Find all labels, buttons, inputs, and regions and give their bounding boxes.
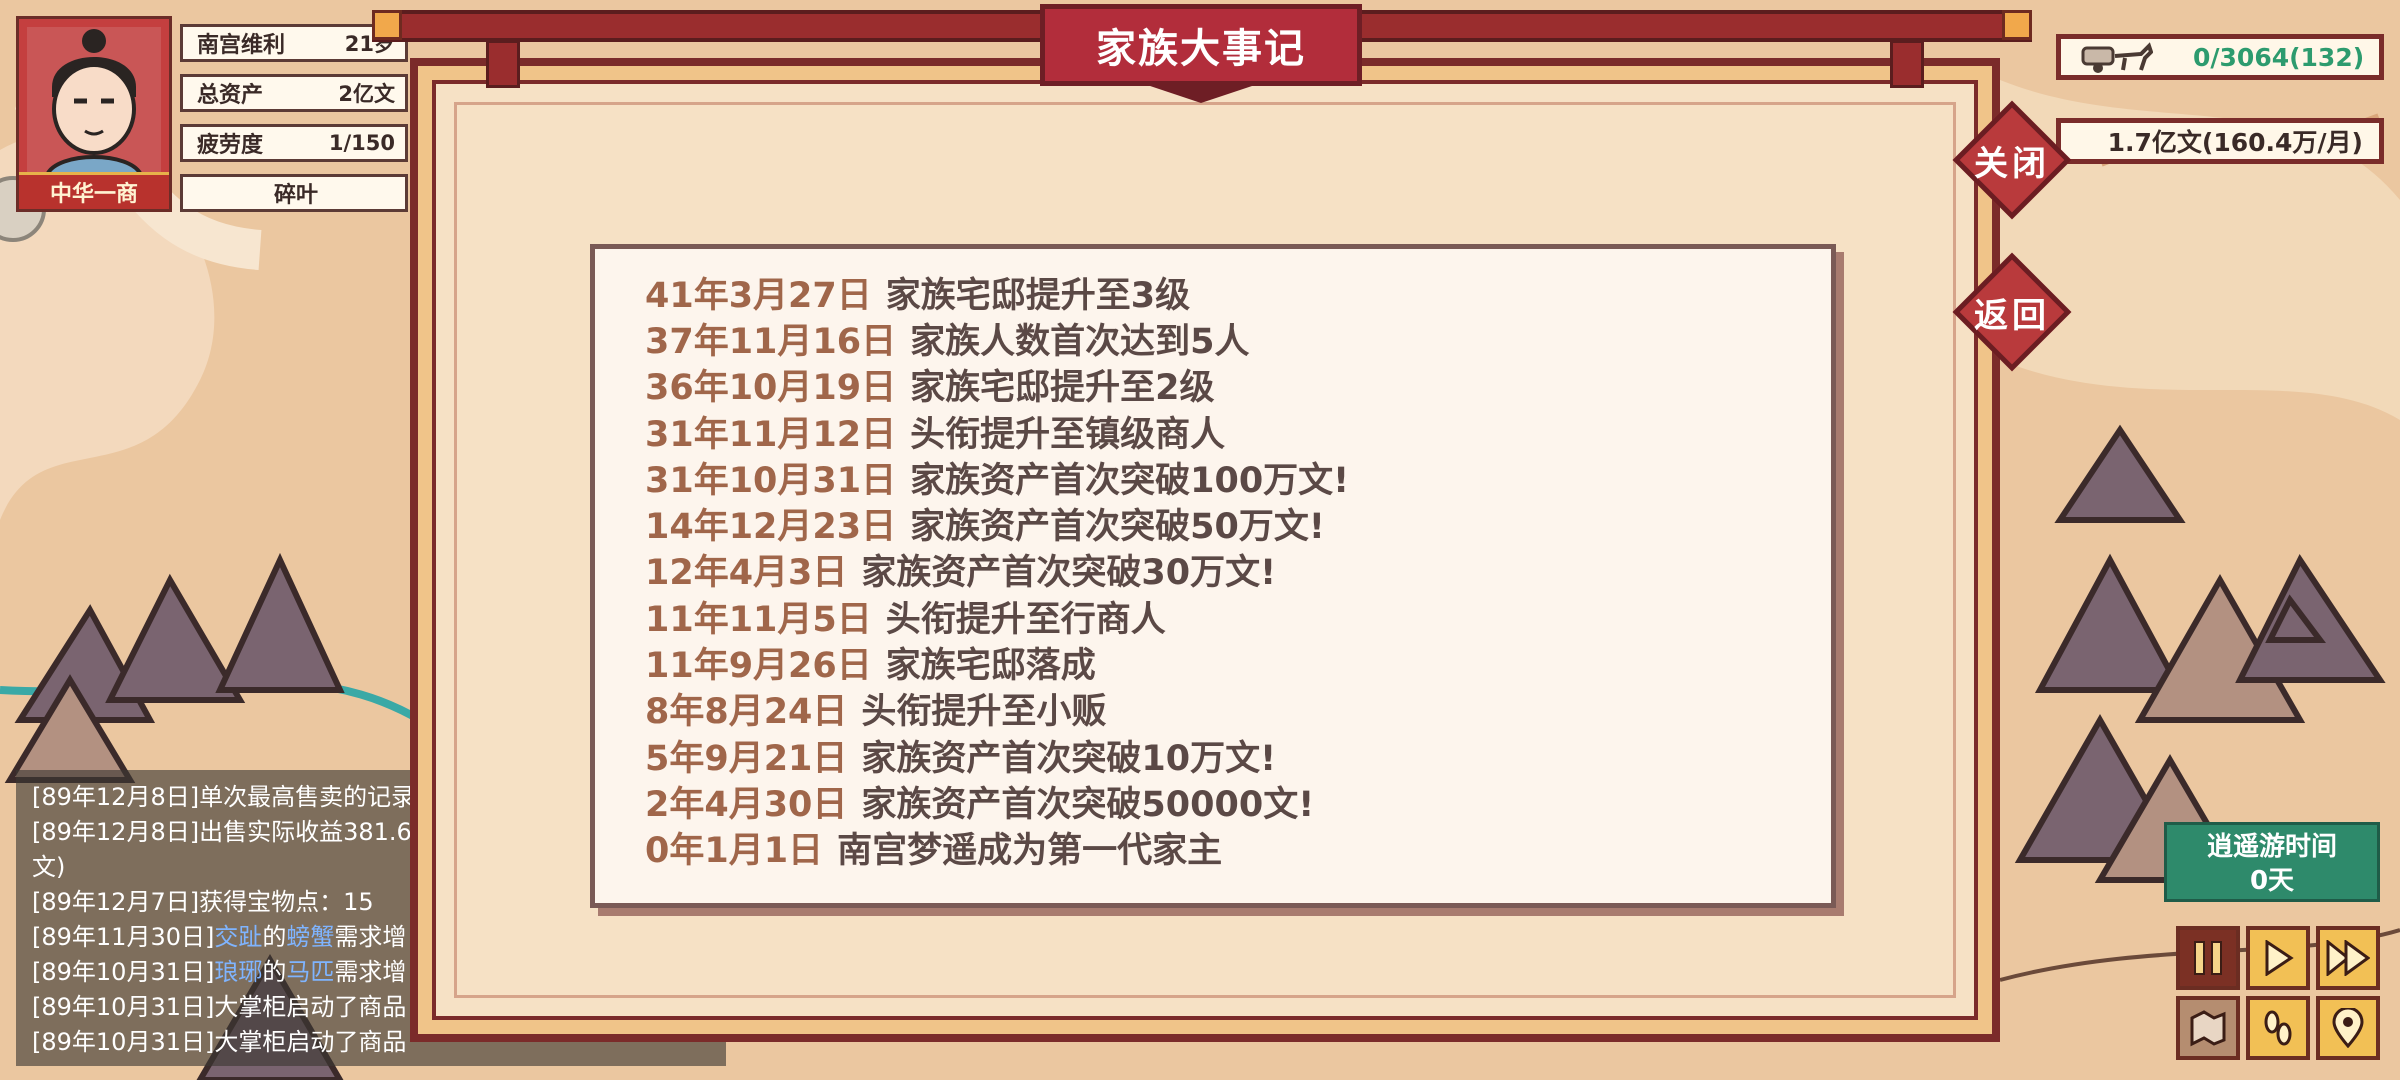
merchant-avatar-icon	[27, 27, 161, 175]
event-text: 南宫梦遥成为第一代家主	[837, 831, 1223, 872]
fatigue-box: 疲劳度 1/150	[180, 124, 408, 162]
event-text: 家族宅邸提升至2级	[910, 368, 1215, 409]
chronicle-event-row: 37年11月16日 家族人数首次达到5人	[645, 315, 1349, 362]
event-date: 5年9月21日	[645, 738, 848, 779]
log-text: 的	[262, 923, 287, 951]
fatigue-label: 疲劳度	[197, 133, 264, 158]
beam-cap-right	[2002, 10, 2032, 40]
play-icon	[2265, 940, 2294, 976]
pause-icon	[2194, 941, 2222, 975]
fatigue-value: 1/150	[328, 131, 395, 155]
log-text: [89年12月8日]单次最高售卖的记录	[32, 783, 416, 811]
log-highlight[interactable]: 马匹	[286, 958, 334, 986]
chronicle-event-row: 2年4月30日 家族资产首次突破50000文!	[645, 778, 1349, 825]
chronicle-event-row: 14年12月23日 家族资产首次突破50万文!	[645, 500, 1349, 548]
chronicle-event-row: 12年4月3日 家族资产首次突破30万文!	[645, 547, 1349, 593]
chronicle-event-row: 0年1月1日 南宫梦遥成为第一代家主	[645, 825, 1349, 871]
event-text: 家族宅邸落成	[885, 646, 1096, 687]
event-date: 14年12月23日	[645, 507, 897, 548]
log-text: 文)	[32, 853, 66, 881]
travel-button[interactable]	[2246, 996, 2310, 1060]
money-value: 1.7亿文(160.4万/月)	[2107, 128, 2363, 157]
event-text: 家族资产首次突破50万文!	[910, 507, 1325, 548]
player-name: 南宫维利	[197, 33, 286, 58]
event-date: 11年11月5日	[645, 599, 872, 640]
beam-cap-left	[372, 10, 402, 40]
chronicle-scroll: 41年3月27日 家族宅邸提升至3级 37年11月16日 家族人数首次达到5人 36年1…	[590, 244, 1836, 908]
log-text: [89年10月31日]	[32, 958, 215, 986]
event-date: 37年11月16日	[645, 321, 897, 362]
dialog-title-text: 家族大事记	[1096, 26, 1306, 72]
back-button-label: 返回	[1974, 295, 2050, 336]
log-text: [89年12月8日]出售实际收益381.6	[32, 818, 412, 846]
leisure-time-label: 逍遥游时间	[2206, 832, 2337, 862]
location-pin-icon	[2332, 1008, 2364, 1048]
event-text: 家族资产首次突破50000文!	[861, 784, 1315, 825]
event-text: 头衔提升至行商人	[885, 599, 1166, 640]
total-assets-box: 总资产 2亿文	[180, 74, 408, 112]
chronicle-event-row: 31年11月12日 头衔提升至镇级商人	[645, 408, 1349, 455]
event-text: 家族宅邸提升至3级	[885, 275, 1191, 316]
leisure-time-value: 0天	[2249, 866, 2295, 896]
event-date: 41年3月27日	[645, 275, 872, 316]
merchant-rank-badge: 中华一商	[19, 172, 169, 209]
total-assets-value: 2亿文	[338, 82, 395, 106]
total-assets-label: 总资产	[197, 83, 264, 108]
location-button[interactable]	[2316, 996, 2380, 1060]
horse-cart-icon	[2081, 42, 2153, 73]
event-date: 31年10月31日	[645, 460, 897, 501]
cargo-capacity-value: 0/3064(132)	[2193, 42, 2365, 72]
leisure-time-box[interactable]: 逍遥游时间 0天	[2164, 822, 2380, 902]
money-box: 1.7亿文(160.4万/月)	[2056, 118, 2384, 164]
event-date: 31年11月12日	[645, 414, 897, 455]
footprints-icon	[2264, 1010, 2292, 1046]
event-text: 家族人数首次达到5人	[910, 321, 1250, 362]
chronicle-event-row: 31年10月31日 家族资产首次突破100万文!	[645, 454, 1350, 501]
chronicle-event-row: 36年10月19日 家族宅邸提升至2级	[645, 362, 1349, 408]
event-date: 11年9月26日	[645, 646, 872, 687]
chronicle-event-row: 11年11月5日 头衔提升至行商人	[645, 593, 1349, 640]
current-location-box[interactable]: 碎叶	[180, 174, 408, 212]
map-icon	[2190, 1010, 2226, 1047]
event-date: 2年4月30日	[645, 784, 848, 825]
dialog-title: 家族大事记	[1040, 4, 1362, 103]
fast-forward-icon	[2326, 940, 2370, 976]
back-button[interactable]: 返回	[1950, 250, 2074, 374]
log-text: 需求增	[334, 958, 407, 986]
log-text: [89年12月7日]获得宝物点：15	[32, 888, 374, 916]
pause-button[interactable]	[2176, 926, 2240, 990]
event-text: 头衔提升至小贩	[861, 692, 1107, 733]
chronicle-event-row: 11年9月26日 家族宅邸落成	[645, 639, 1349, 687]
chronicle-event-row: 5年9月21日 家族资产首次突破10万文!	[645, 732, 1349, 779]
event-text: 家族资产首次突破100万文!	[910, 460, 1350, 501]
event-text: 家族资产首次突破30万文!	[861, 553, 1277, 594]
log-text: [89年10月31日]大掌柜启动了商品	[32, 1028, 407, 1056]
player-portrait[interactable]: 中华一商	[16, 16, 172, 212]
event-list: 41年3月27日 家族宅邸提升至3级 37年11月16日 家族人数首次达到5人 36年1…	[645, 269, 1350, 872]
play-button[interactable]	[2246, 926, 2310, 990]
cargo-capacity-box[interactable]: 0/3064(132)	[2056, 34, 2384, 80]
log-text: [89年10月31日]大掌柜启动了商品	[32, 993, 407, 1021]
close-button-label: 关闭	[1974, 143, 2050, 184]
log-highlight[interactable]: 螃蟹	[286, 923, 334, 951]
chronicle-event-row: 8年8月24日 头衔提升至小贩	[645, 686, 1349, 732]
current-location: 碎叶	[273, 183, 318, 208]
event-date: 0年1月1日	[645, 831, 824, 872]
log-text: 需求增	[334, 923, 407, 951]
log-highlight[interactable]: 交趾	[214, 923, 262, 951]
event-text: 家族资产首次突破10万文!	[861, 738, 1277, 779]
beam-post-left	[486, 40, 520, 88]
close-button[interactable]: 关闭	[1950, 98, 2074, 222]
event-date: 36年10月19日	[645, 368, 897, 409]
log-text: 的	[262, 958, 287, 986]
chronicle-event-row: 41年3月27日 家族宅邸提升至3级	[645, 269, 1349, 316]
log-highlight[interactable]: 琅琊	[214, 958, 262, 986]
event-text: 头衔提升至镇级商人	[910, 414, 1226, 455]
event-date: 12年4月3日	[645, 553, 848, 594]
map-button[interactable]	[2176, 996, 2240, 1060]
event-date: 8年8月24日	[645, 692, 848, 733]
fast-forward-button[interactable]	[2316, 926, 2380, 990]
log-text: [89年11月30日]	[32, 923, 215, 951]
beam-post-right	[1890, 40, 1924, 88]
